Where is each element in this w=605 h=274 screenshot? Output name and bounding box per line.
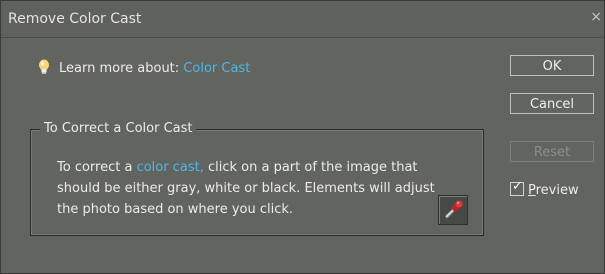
- preview-label: review: [535, 183, 579, 198]
- reset-button[interactable]: Reset: [510, 141, 594, 162]
- preview-checkbox-row[interactable]: ✓ Preview: [510, 179, 579, 200]
- dialog-title: Remove Color Cast: [8, 11, 142, 27]
- instructions-text: To correct a color cast, click on a part…: [57, 157, 437, 220]
- learn-more-row: Learn more about: Color Cast: [59, 61, 250, 79]
- instructions-prefix: To correct a: [57, 160, 137, 175]
- group-title: To Correct a Color Cast: [40, 121, 197, 136]
- eyedropper-button[interactable]: [438, 195, 468, 225]
- dialog-titlebar[interactable]: Remove Color Cast ×: [1, 1, 604, 38]
- eyedropper-icon: [445, 200, 463, 219]
- preview-checkbox[interactable]: ✓: [510, 179, 524, 196]
- cancel-button[interactable]: Cancel: [510, 93, 594, 114]
- preview-mnemonic: P: [528, 183, 536, 198]
- color-cast-link[interactable]: color cast,: [137, 160, 204, 175]
- learn-more-link[interactable]: Color Cast: [183, 61, 250, 76]
- lightbulb-icon: [39, 59, 49, 74]
- checkmark-icon: ✓: [512, 179, 523, 194]
- remove-color-cast-dialog: Remove Color Cast × Learn more about: Co…: [0, 0, 605, 274]
- learn-more-label: Learn more about:: [59, 61, 180, 76]
- ok-button[interactable]: OK: [510, 55, 594, 76]
- close-icon[interactable]: ×: [590, 9, 602, 25]
